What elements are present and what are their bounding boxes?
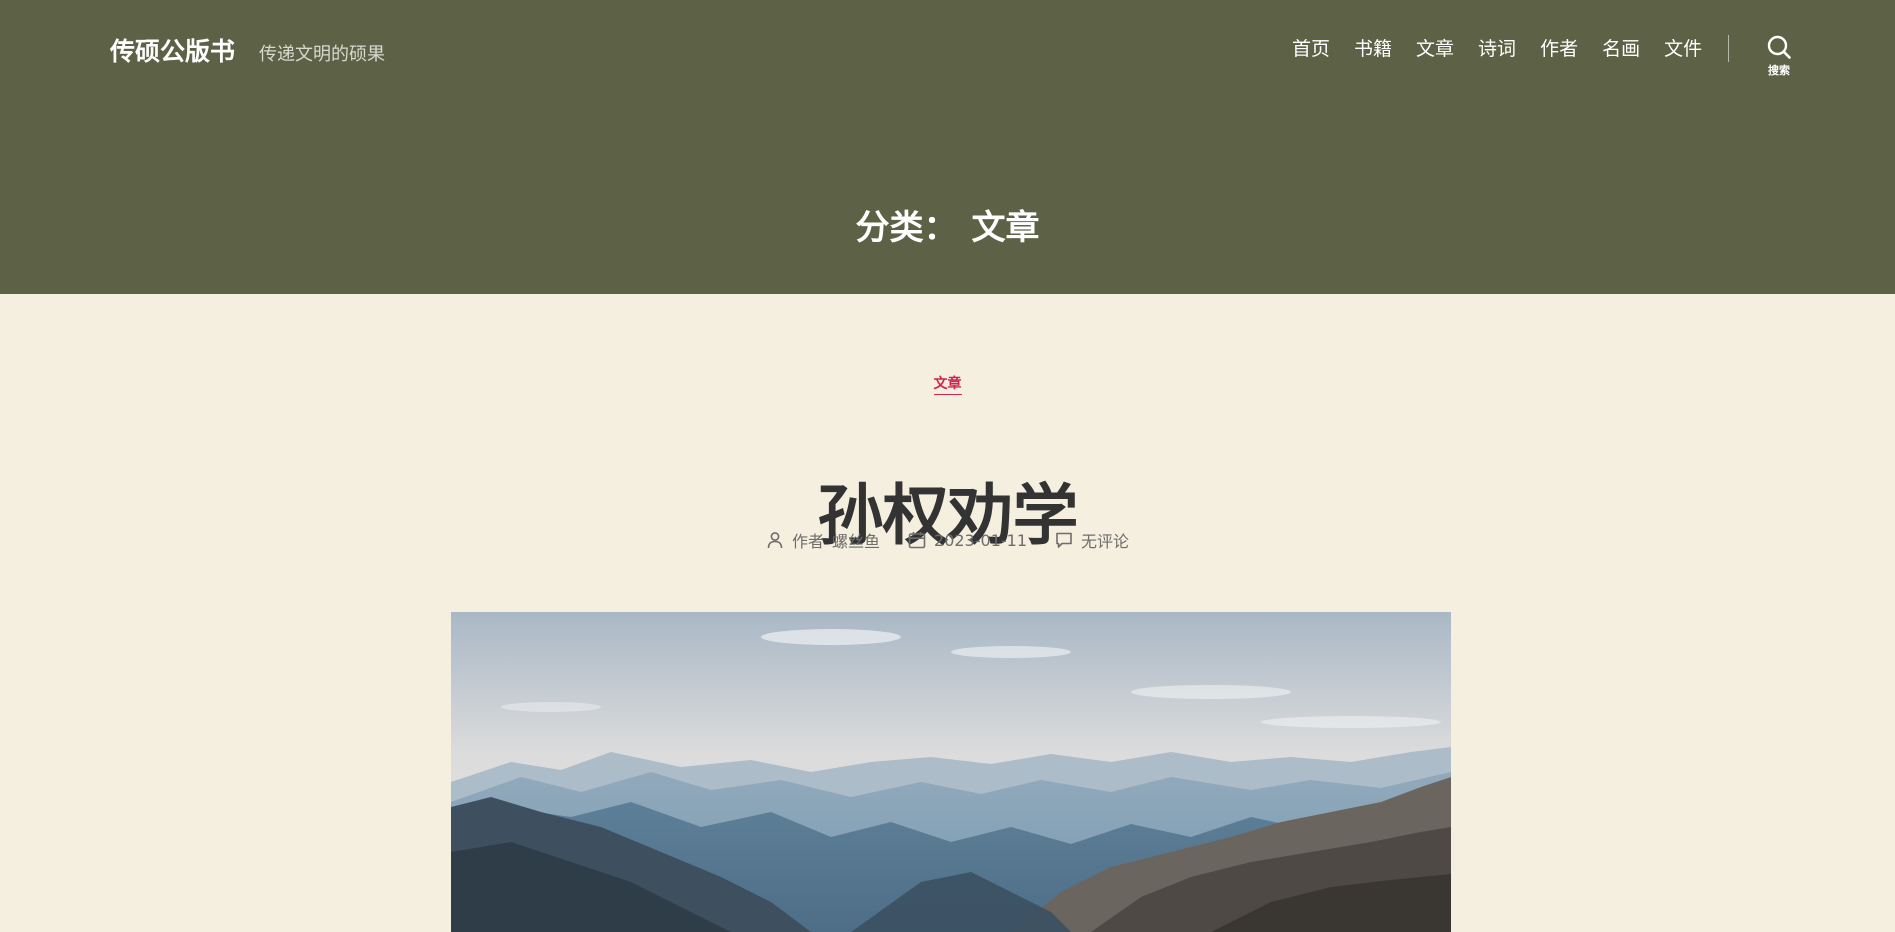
meta-date: 2023-01-11 bbox=[908, 528, 1027, 552]
archive-title-name: 文章 bbox=[971, 207, 1040, 248]
site-tagline: 传递文明的硕果 bbox=[259, 44, 386, 65]
meta-comments: 无评论 bbox=[1055, 528, 1129, 552]
search-icon bbox=[1767, 35, 1791, 59]
category-link[interactable]: 文章 bbox=[933, 376, 962, 395]
site-branding: 传硕公版书 传递文明的硕果 bbox=[110, 32, 385, 68]
search-toggle-button[interactable]: 搜索 bbox=[1762, 34, 1796, 84]
post-category: 文章 bbox=[0, 373, 1895, 395]
comment-icon bbox=[1056, 532, 1072, 548]
search-label: 搜索 bbox=[1768, 64, 1790, 77]
nav-item-home[interactable]: 首页 bbox=[1292, 34, 1330, 61]
archive-title-prefix: 分类： bbox=[855, 207, 958, 248]
nav-item-paintings[interactable]: 名画 bbox=[1602, 34, 1640, 61]
site-title[interactable]: 传硕公版书 bbox=[110, 32, 235, 68]
calendar-icon bbox=[908, 532, 926, 549]
site-header: 传硕公版书 传递文明的硕果 首页 书籍 文章 诗词 作者 名画 文件 搜索 分类… bbox=[0, 0, 1895, 294]
nav-item-authors[interactable]: 作者 bbox=[1540, 34, 1578, 61]
nav-item-poetry[interactable]: 诗词 bbox=[1478, 34, 1516, 61]
author-link[interactable]: 螺丝鱼 bbox=[832, 528, 880, 552]
nav-item-books[interactable]: 书籍 bbox=[1354, 34, 1392, 61]
meta-author: 作者 螺丝鱼 bbox=[766, 528, 880, 552]
author-prefix: 作者 bbox=[791, 532, 824, 551]
person-icon bbox=[767, 532, 783, 549]
nav-item-articles[interactable]: 文章 bbox=[1416, 34, 1454, 61]
primary-nav: 首页 书籍 文章 诗词 作者 名画 文件 bbox=[1292, 34, 1702, 61]
post-meta: 作者 螺丝鱼 2023-01-11 无评论 bbox=[0, 528, 1895, 552]
nav-item-files[interactable]: 文件 bbox=[1664, 34, 1702, 61]
mountain-landscape-image bbox=[451, 612, 1451, 932]
featured-image[interactable] bbox=[451, 612, 1451, 932]
archive-title: 分类： 文章 bbox=[0, 200, 1895, 249]
post-date-link[interactable]: 2023-01-11 bbox=[934, 531, 1027, 550]
comments-link[interactable]: 无评论 bbox=[1081, 528, 1129, 552]
nav-divider bbox=[1728, 35, 1729, 62]
